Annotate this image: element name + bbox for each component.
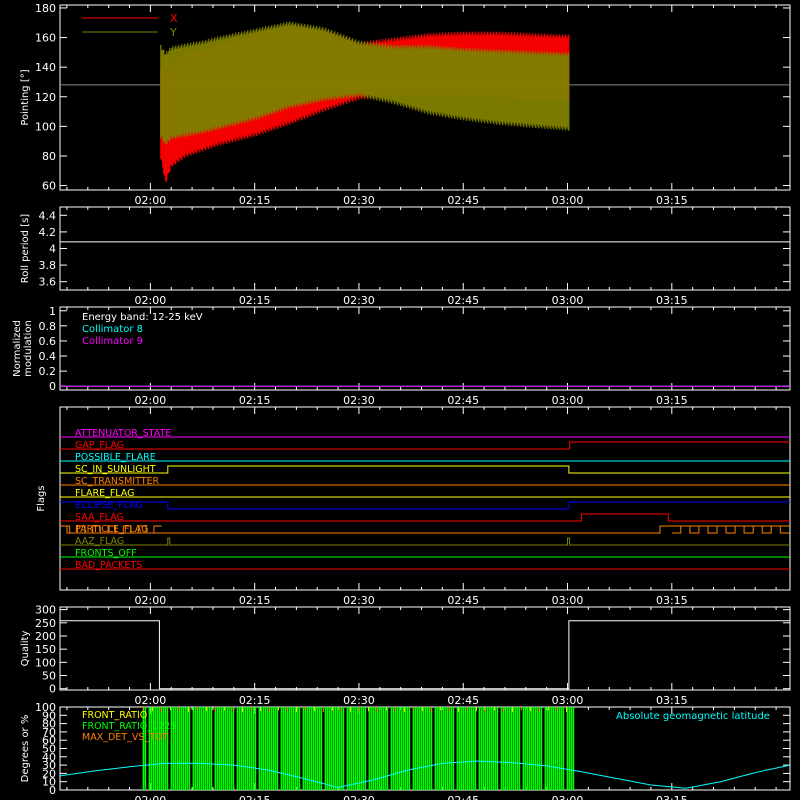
x-tick-label: 02:15 bbox=[239, 794, 271, 800]
x-tick-label: 02:30 bbox=[343, 294, 375, 307]
x-tick-label: 02:00 bbox=[135, 194, 167, 207]
y-tick-label: 1 bbox=[49, 305, 56, 318]
x-tick-label: 02:30 bbox=[343, 694, 375, 707]
x-tick-label: 02:45 bbox=[447, 694, 479, 707]
x-tick-label: 03:15 bbox=[656, 394, 688, 407]
legend-label: Y bbox=[169, 26, 177, 39]
annotation-label: Collimator 8 bbox=[82, 324, 143, 335]
x-tick-label: 02:15 bbox=[239, 594, 271, 607]
y-axis-label: Roll period [s] bbox=[20, 214, 31, 283]
y-tick-label: 60 bbox=[42, 180, 56, 193]
y-axis-label: Pointing [°] bbox=[20, 69, 31, 125]
annotation-label: Energy band: 12-25 keV bbox=[82, 312, 203, 323]
y-tick-label: 0 bbox=[49, 683, 56, 696]
x-tick-label: 03:00 bbox=[552, 594, 584, 607]
y-tick-label: 180 bbox=[35, 2, 56, 15]
y-tick-label: 100 bbox=[35, 120, 56, 133]
y-axis-label: Flags bbox=[36, 485, 47, 511]
y-tick-label: 300 bbox=[35, 604, 56, 617]
x-tick-label: 02:45 bbox=[447, 194, 479, 207]
y-tick-label: 0.6 bbox=[39, 335, 57, 348]
x-tick-label: 02:30 bbox=[343, 194, 375, 207]
y-tick-label: 4 bbox=[49, 243, 56, 256]
x-tick-label: 03:15 bbox=[656, 594, 688, 607]
x-tick-label: 02:45 bbox=[447, 294, 479, 307]
x-tick-label: 02:00 bbox=[135, 394, 167, 407]
y-tick-label: 0.4 bbox=[39, 350, 57, 363]
x-tick-label: 02:30 bbox=[343, 594, 375, 607]
x-tick-label: 02:00 bbox=[135, 594, 167, 607]
x-tick-label: 02:45 bbox=[447, 794, 479, 800]
y-tick-label: 3.6 bbox=[39, 276, 57, 289]
y-axis-label: Quality bbox=[20, 631, 31, 667]
x-tick-label: 02:15 bbox=[239, 194, 271, 207]
x-tick-label: 03:15 bbox=[656, 294, 688, 307]
y-axis-label: Normalized bbox=[12, 320, 23, 377]
x-tick-label: 02:15 bbox=[239, 294, 271, 307]
x-tick-label: 02:15 bbox=[239, 394, 271, 407]
y-tick-label: 3.8 bbox=[39, 259, 57, 272]
y-axis-label: modulation bbox=[23, 320, 34, 377]
x-tick-label: 02:00 bbox=[135, 794, 167, 800]
y-tick-label: 150 bbox=[35, 643, 56, 656]
y-tick-label: 250 bbox=[35, 617, 56, 630]
x-tick-label: 02:45 bbox=[447, 394, 479, 407]
legend-label: Absolute geomagnetic latitude bbox=[616, 711, 770, 722]
y-tick-label: 0 bbox=[49, 380, 56, 393]
y-tick-label: 4.2 bbox=[39, 226, 57, 239]
x-tick-label: 03:15 bbox=[656, 694, 688, 707]
x-tick-label: 03:00 bbox=[552, 694, 584, 707]
legend-label: X bbox=[170, 12, 178, 25]
y-tick-label: 100 bbox=[35, 656, 56, 669]
annotation-label: Collimator 9 bbox=[82, 336, 143, 347]
x-tick-label: 03:00 bbox=[552, 194, 584, 207]
y-tick-label: 0.8 bbox=[39, 320, 57, 333]
y-tick-label: 50 bbox=[42, 670, 56, 683]
y-tick-label: 80 bbox=[42, 150, 56, 163]
x-tick-label: 03:00 bbox=[552, 794, 584, 800]
x-tick-label: 02:00 bbox=[135, 294, 167, 307]
legend-label: FRONT_RATIO_1225 bbox=[82, 721, 176, 732]
y-tick-label: 0.2 bbox=[39, 365, 57, 378]
y-tick-label: 160 bbox=[35, 32, 56, 45]
y-tick-label: 4.4 bbox=[39, 209, 57, 222]
y-tick-label: 200 bbox=[35, 630, 56, 643]
y-tick-label: 100 bbox=[35, 701, 56, 714]
x-tick-label: 02:00 bbox=[135, 694, 167, 707]
y-tick-label: 120 bbox=[35, 91, 56, 104]
x-tick-label: 02:30 bbox=[343, 794, 375, 800]
x-tick-label: 02:45 bbox=[447, 594, 479, 607]
x-tick-label: 03:15 bbox=[656, 794, 688, 800]
x-tick-label: 02:15 bbox=[239, 694, 271, 707]
x-tick-label: 03:00 bbox=[552, 294, 584, 307]
y-axis-label: Degrees or % bbox=[20, 715, 31, 783]
y-tick-label: 140 bbox=[35, 61, 56, 74]
legend-label: MAX_DET_VS_TOT bbox=[82, 732, 168, 743]
legend-label: FRONT_RATIO bbox=[82, 710, 147, 721]
x-tick-label: 03:00 bbox=[552, 394, 584, 407]
x-tick-label: 02:30 bbox=[343, 394, 375, 407]
x-tick-label: 03:15 bbox=[656, 194, 688, 207]
chart-canvas: 02:00 02:15 02:30 02:45 03:00 03:156080100120… bbox=[0, 0, 800, 800]
